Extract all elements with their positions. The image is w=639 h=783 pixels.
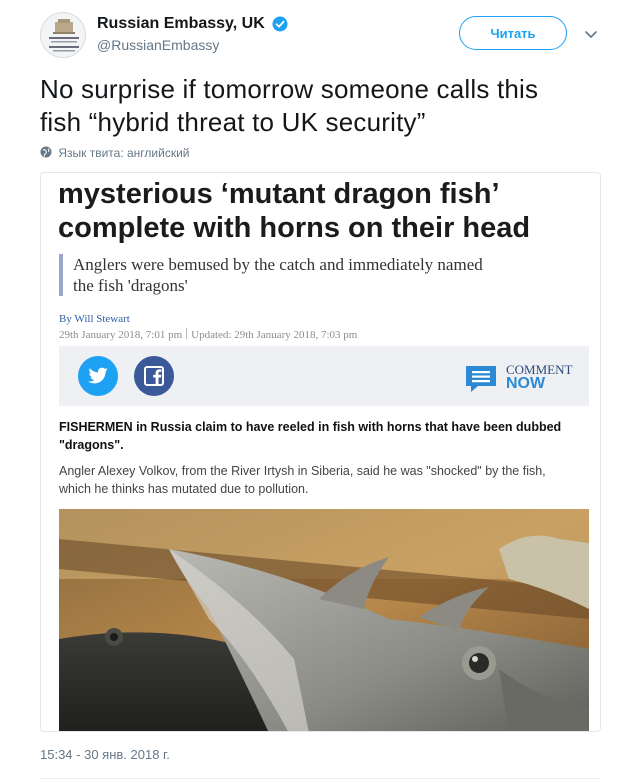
headline-line: mysterious ‘mutant dragon fish’ [58, 178, 500, 210]
fish-photo [59, 509, 589, 731]
twitter-share-icon[interactable] [78, 356, 118, 396]
globe-icon [40, 146, 52, 158]
share-bar: COMMENT NOW [59, 346, 589, 406]
tweet-timestamp[interactable]: 15:34 - 30 янв. 2018 г. [40, 747, 170, 762]
lead-line: "dragons". [59, 438, 124, 452]
updated-date: Updated: 29th January 2018, 7:03 pm [191, 329, 358, 341]
article-byline: By Will Stewart [59, 313, 130, 325]
user-handle[interactable]: @RussianEmbassy [97, 37, 288, 53]
facebook-share-icon[interactable] [134, 356, 174, 396]
embassy-logo-icon [41, 13, 85, 57]
language-label: Язык твита: английский [58, 146, 190, 160]
author-info: Russian Embassy, UK @RussianEmbassy [97, 15, 288, 53]
tweet-text-line: No surprise if tomorrow someone calls th… [40, 74, 539, 104]
date-separator [186, 328, 188, 339]
article-lead: FISHERMEN in Russia claim to have reeled… [59, 418, 591, 454]
comment-now-button[interactable]: COMMENT NOW [464, 361, 582, 395]
chevron-down-icon[interactable] [583, 26, 599, 42]
display-name[interactable]: Russian Embassy, UK [97, 15, 265, 33]
article-headline: mysterious ‘mutant dragon fish’ complete… [58, 177, 593, 245]
article-body: Angler Alexey Volkov, from the River Irt… [59, 462, 591, 498]
tweet-media-image[interactable]: mysterious ‘mutant dragon fish’ complete… [40, 172, 601, 732]
comment-now-label: NOW [506, 375, 546, 392]
tweet-text-line: fish “hybrid threat to UK security” [40, 107, 426, 137]
avatar[interactable] [40, 12, 86, 58]
follow-button[interactable]: Читать [459, 16, 567, 50]
published-date: 29th January 2018, 7:01 pm [59, 329, 183, 341]
comment-icon [466, 366, 496, 392]
verified-badge-icon [272, 16, 288, 32]
tweet-header: Russian Embassy, UK @RussianEmbassy Чита… [40, 12, 610, 58]
tweet-text: No surprise if tomorrow someone calls th… [40, 73, 600, 139]
body-line: Angler Alexey Volkov, from the River Irt… [59, 464, 546, 478]
article-standfirst: Anglers were bemused by the catch and im… [59, 254, 579, 296]
tweet-language-note: Язык твита: английский [40, 146, 189, 160]
standfirst-line: Anglers were bemused by the catch and im… [73, 255, 483, 274]
body-line: which he thinks has mutated due to pollu… [59, 482, 309, 496]
article-dates: 29th January 2018, 7:01 pm Updated: 29th … [59, 328, 357, 341]
divider [40, 778, 600, 779]
headline-line: complete with horns on their head [58, 212, 531, 244]
lead-line: FISHERMEN in Russia claim to have reeled… [59, 420, 562, 434]
standfirst-line: the fish 'dragons' [73, 276, 188, 295]
